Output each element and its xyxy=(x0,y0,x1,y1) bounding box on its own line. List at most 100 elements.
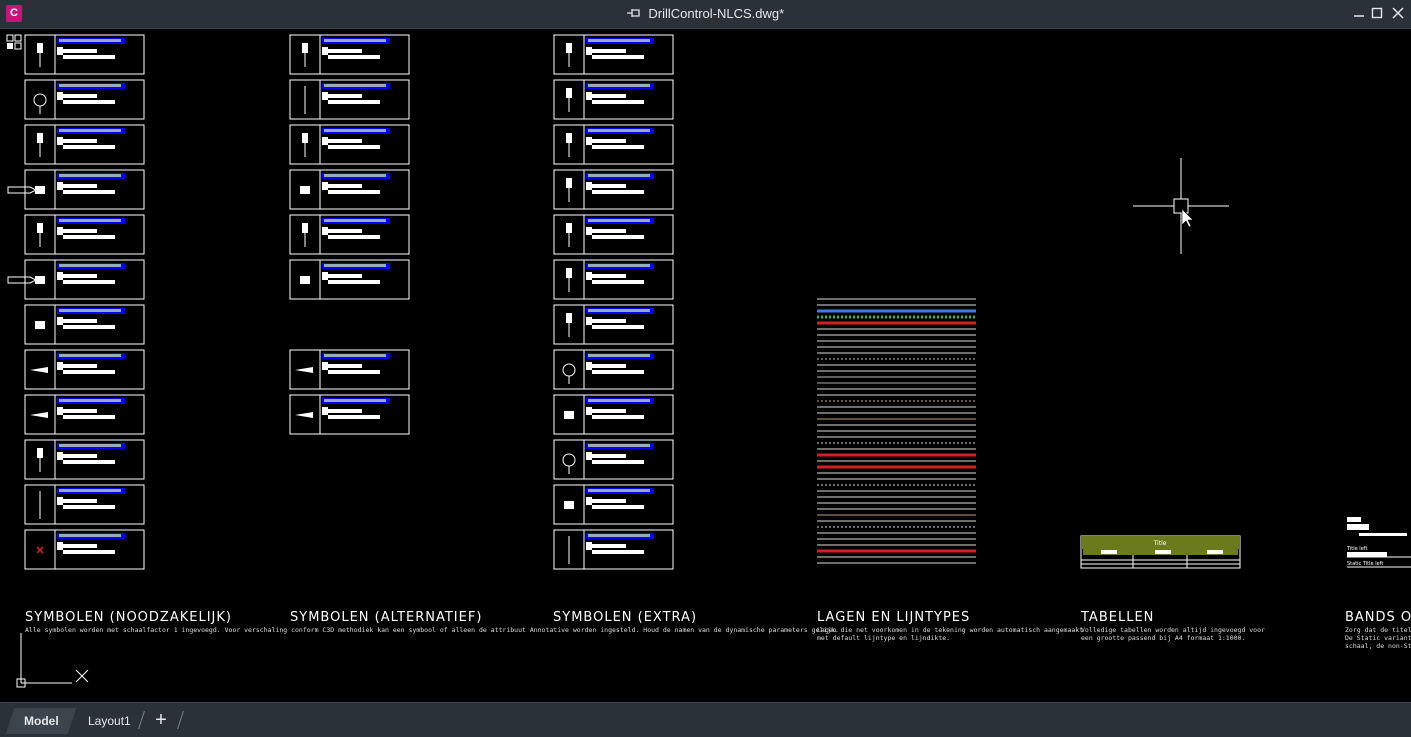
section-title-alternatief: SYMBOLEN (ALTERNATIEF) xyxy=(290,610,483,625)
viewport-controls-icon xyxy=(14,34,22,42)
value-bar xyxy=(322,227,328,235)
value-bar xyxy=(57,182,63,190)
bands-label: Static Title left xyxy=(1347,561,1383,567)
app-logo-icon[interactable]: C xyxy=(6,5,22,22)
symbol-glyph xyxy=(300,186,310,194)
attribute-label-text xyxy=(588,129,650,132)
symbol-glyph xyxy=(30,412,48,418)
symbol-glyph xyxy=(37,133,43,143)
value-bar xyxy=(328,229,362,233)
value-bar xyxy=(328,415,380,419)
attribute-label-text xyxy=(324,174,386,177)
attribute-label-text xyxy=(588,399,650,402)
value-bar xyxy=(586,182,592,190)
window-title: DrillControl-NLCS.dwg* xyxy=(648,6,785,21)
attribute-label-text xyxy=(588,84,650,87)
attribute-label-text xyxy=(59,174,121,177)
symbol-glyph xyxy=(566,133,572,143)
symbol-glyph xyxy=(566,178,572,188)
attribute-label-text xyxy=(324,219,386,222)
value-bar xyxy=(592,94,626,98)
value-bar xyxy=(63,235,115,239)
value-bar xyxy=(57,407,63,415)
attribute-label-text xyxy=(59,354,121,357)
symbol-glyph xyxy=(566,88,572,98)
drawing-canvas[interactable]: Title Title left Static Title left SYMBOLE… xyxy=(0,29,1411,702)
value-bar xyxy=(586,452,592,460)
attribute-label-text xyxy=(59,399,121,402)
value-bar xyxy=(586,362,592,370)
section-title-bands: BANDS OB xyxy=(1345,610,1411,625)
value-bar xyxy=(592,550,644,554)
value-bar xyxy=(592,370,644,374)
value-bar xyxy=(328,49,362,53)
symbol-glyph xyxy=(302,133,308,143)
tab-separator xyxy=(138,711,145,729)
value-bar xyxy=(592,544,626,548)
close-icon[interactable] xyxy=(1387,3,1409,25)
value-bar xyxy=(322,407,328,415)
symbol-glyph xyxy=(566,43,572,53)
value-bar xyxy=(63,415,115,419)
symbol-glyph xyxy=(562,363,576,377)
value-bar xyxy=(592,100,644,104)
tab-model[interactable]: Model xyxy=(5,708,77,734)
symbol-glyph xyxy=(35,321,45,329)
value-bar xyxy=(328,190,380,194)
value-bar xyxy=(63,274,97,278)
section-title-tabellen: TABELLEN xyxy=(1081,610,1155,625)
value-bar xyxy=(592,325,644,329)
value-bar xyxy=(592,145,644,149)
crosshair-pickbox xyxy=(1173,198,1189,214)
value-bar xyxy=(63,229,97,233)
symbol-glyph xyxy=(37,448,43,458)
attribute-label-text xyxy=(59,534,121,537)
attribute-label-text xyxy=(588,174,650,177)
value-bar xyxy=(63,499,97,503)
attribute-label-text xyxy=(588,354,650,357)
attribute-label-text xyxy=(59,489,121,492)
value-bar xyxy=(328,139,362,143)
attribute-label-text xyxy=(324,84,386,87)
value-bar xyxy=(63,55,115,59)
value-bar xyxy=(63,409,97,413)
bands-label: Title left xyxy=(1346,546,1367,552)
value-bar xyxy=(57,92,63,100)
section-title-extra: SYMBOLEN (EXTRA) xyxy=(553,610,698,625)
value-bar xyxy=(586,272,592,280)
value-bar xyxy=(322,47,328,55)
value-bar xyxy=(57,47,63,55)
pin-icon xyxy=(626,0,641,28)
symbol-glyph xyxy=(37,223,43,233)
attribute-label-text xyxy=(324,354,386,357)
value-bar xyxy=(57,272,63,280)
value-bar xyxy=(592,505,644,509)
symbol-glyph xyxy=(33,93,47,107)
symbol-glyph xyxy=(300,276,310,284)
value-bar xyxy=(592,235,644,239)
value-bar xyxy=(57,362,63,370)
value-bar xyxy=(328,235,380,239)
value-bar xyxy=(63,460,115,464)
tab-layout1[interactable]: Layout1 xyxy=(88,708,131,734)
table-cell xyxy=(1207,550,1223,554)
drawing-svg: Title Title left Static Title left xyxy=(6,34,1411,688)
bands-block xyxy=(1347,517,1361,522)
value-bar xyxy=(592,184,626,188)
attribute-label-text xyxy=(324,129,386,132)
value-bar xyxy=(63,280,115,284)
value-bar xyxy=(592,49,626,53)
value-bar xyxy=(63,145,115,149)
value-bar xyxy=(63,544,97,548)
viewport-controls-icon xyxy=(6,34,14,42)
value-bar xyxy=(63,94,97,98)
layout-tab-bar: Model Layout1 + xyxy=(0,702,1411,737)
value-bar xyxy=(586,227,592,235)
add-layout-button[interactable]: + xyxy=(150,708,172,732)
value-bar xyxy=(322,362,328,370)
value-bar xyxy=(586,407,592,415)
maximize-icon[interactable] xyxy=(1366,3,1388,25)
value-bar xyxy=(63,49,97,53)
symbol-glyph xyxy=(564,501,574,509)
viewport-controls-icon xyxy=(14,42,22,50)
